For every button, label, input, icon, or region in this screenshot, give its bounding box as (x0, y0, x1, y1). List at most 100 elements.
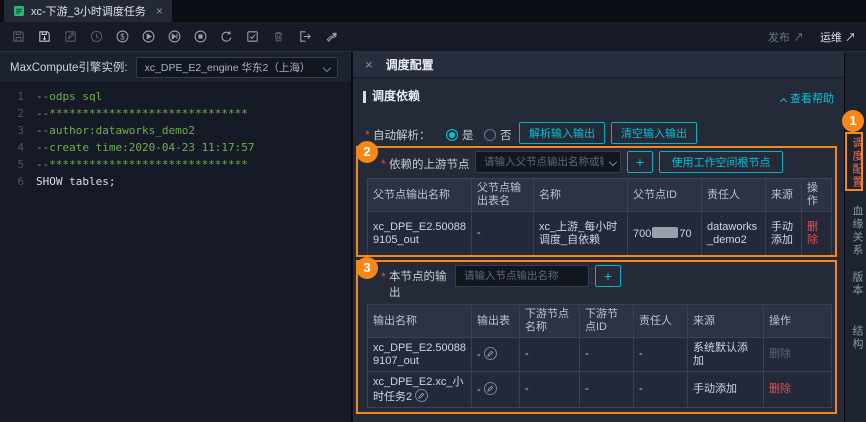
cell-output-table: - (471, 337, 520, 372)
outputs-table: 输出名称 输出表 下游节点名称 下游节点ID 责任人 来源 操作 xc_DPE_… (367, 304, 832, 408)
tab-structure[interactable]: 结构 (849, 325, 865, 351)
cell-owner: dataworks_demo2 (701, 211, 766, 256)
upstream-table-header: 父节点输出名称 父节点输出表名 名称 父节点ID 责任人 来源 操作 (367, 178, 832, 212)
save-commit-icon[interactable] (36, 28, 53, 45)
masked-id-block (652, 226, 679, 238)
delete-link-disabled: 删除 (769, 348, 791, 360)
outputs-table-header: 输出名称 输出表 下游节点名称 下游节点ID 责任人 来源 操作 (367, 304, 832, 338)
code-editor-pane: MaxCompute引擎实例: xc_DPE_E2_engine 华东2（上海）… (0, 52, 352, 422)
col-header: 名称 (533, 178, 628, 212)
settings-wrench-icon[interactable] (322, 28, 339, 45)
line-number: 2 (17, 107, 24, 120)
save-icon[interactable] (10, 28, 27, 45)
cost-estimate-icon[interactable]: $ (114, 28, 131, 45)
clock-icon[interactable] (88, 28, 105, 45)
use-root-node-button[interactable]: 使用工作空间根节点 (659, 151, 783, 173)
engine-row: MaxCompute引擎实例: xc_DPE_E2_engine 华东2（上海） (0, 52, 351, 82)
chevron-down-icon (322, 63, 331, 72)
cell-source: 系统默认添加 (687, 337, 764, 372)
code-line: 4 --create time:2020-04-23 11:17:57 (0, 139, 351, 156)
tab-active-task[interactable]: xc-下游_3小时调度任务 × (4, 0, 172, 22)
add-output-button[interactable]: + (595, 265, 621, 287)
edit-pencil-icon[interactable] (483, 382, 497, 395)
cell-source: 手动添加 (687, 371, 764, 408)
radio-yes-label[interactable]: 是 (462, 127, 474, 143)
engine-value: xc_DPE_E2_engine 华东2（上海） (144, 61, 311, 74)
code-text: --author:dataworks_demo2 (36, 124, 195, 137)
output-name-input[interactable] (455, 265, 589, 287)
table-row: xc_DPE_E2.500889105_out - xc_上游_每小时调度_自依… (367, 211, 832, 256)
delete-link[interactable]: 删除 (807, 221, 818, 246)
parse-io-button[interactable]: 解析输入输出 (519, 122, 605, 144)
section-title: 调度依赖 (372, 89, 421, 103)
delete-link[interactable]: 删除 (769, 383, 791, 395)
cell-downstream-id: - (579, 371, 634, 408)
cell-source: 手动添加 (765, 211, 802, 256)
tab-title: xc-下游_3小时调度任务 (31, 6, 146, 18)
code-text: --odps sql (36, 90, 103, 103)
run-icon[interactable] (140, 28, 157, 45)
panel-title: 调度配置 (385, 58, 434, 72)
col-header: 父节点输出名称 (367, 178, 472, 212)
sql-node-icon (13, 5, 25, 17)
col-header: 责任人 (701, 178, 766, 212)
code-line: 3 --author:dataworks_demo2 (0, 122, 351, 139)
format-icon[interactable] (296, 28, 313, 45)
editor-toolbar: $ 发布 ↗ 运维 ↗ (0, 22, 866, 52)
cell-output-table: - (471, 211, 534, 256)
cell-downstream-name: - (519, 371, 580, 408)
radio-no[interactable] (484, 129, 496, 141)
annotation-badge-2: 2 (356, 141, 378, 163)
cell-output-name: xc_DPE_E2.xc_小时任务2 (367, 371, 472, 408)
view-help-link[interactable]: 查看帮助 (779, 90, 834, 106)
steal-lock-icon[interactable] (62, 28, 79, 45)
dataworks-ide: xc-下游_3小时调度任务 × $ 发布 ↗ 运维 ↗ MaxCompute引擎… (0, 0, 866, 422)
cell-owner: - (633, 337, 688, 372)
chevron-up-icon (779, 97, 788, 106)
col-header: 责任人 (633, 304, 688, 338)
table-row: xc_DPE_E2.xc_小时任务2 - - - - 手动添加 删除 (367, 371, 832, 408)
required-mark: * (381, 270, 386, 284)
code-text: --create time:2020-04-23 11:17:57 (36, 141, 255, 154)
add-upstream-button[interactable]: + (627, 151, 653, 173)
code-line: 2 --****************************** (0, 105, 351, 122)
radio-no-label[interactable]: 否 (500, 127, 512, 143)
cell-output-name: xc_DPE_E2.500889107_out (367, 337, 472, 372)
stop-icon[interactable] (192, 28, 209, 45)
edit-pencil-icon[interactable] (483, 347, 497, 360)
advanced-run-icon[interactable] (166, 28, 183, 45)
panel-header: × 调度配置 (353, 52, 844, 78)
required-mark: * (381, 157, 386, 171)
cell-node-name: xc_上游_每小时调度_自依赖 (533, 211, 628, 256)
clear-io-button[interactable]: 清空输入输出 (611, 122, 697, 144)
upstream-search-input[interactable] (475, 151, 621, 173)
col-header: 输出表 (471, 304, 520, 338)
col-header: 操作 (801, 178, 832, 212)
cell-downstream-id: - (579, 337, 634, 372)
upstream-label: 依赖的上游节点 (389, 159, 470, 171)
engine-select[interactable]: xc_DPE_E2_engine 华东2（上海） (135, 56, 338, 78)
code-area[interactable]: 1 --odps sql 2 --*************************… (0, 88, 351, 422)
col-header: 操作 (763, 304, 832, 338)
tab-close-icon[interactable]: × (156, 4, 163, 18)
annotation-badge-1: 1 (842, 110, 864, 132)
edit-pencil-icon[interactable] (415, 388, 429, 402)
radio-yes[interactable] (446, 129, 458, 141)
col-header: 下游节点名称 (519, 304, 580, 338)
tab-lineage[interactable]: 血缘关系 (849, 205, 865, 257)
panel-close-icon[interactable]: × (365, 57, 373, 72)
syntax-check-icon[interactable] (244, 28, 261, 45)
publish-link[interactable]: 发布 ↗ (768, 29, 804, 45)
clear-icon[interactable] (270, 28, 287, 45)
col-header: 父节点ID (627, 178, 702, 212)
tab-versions[interactable]: 版本 (849, 271, 865, 297)
cell-action: 删除 (763, 337, 832, 372)
svg-text:$: $ (120, 32, 125, 41)
tab-schedule-config[interactable]: 调度配置 (849, 137, 865, 189)
upstream-table: 父节点输出名称 父节点输出表名 名称 父节点ID 责任人 来源 操作 xc_DP… (367, 178, 832, 256)
external-arrow-icon: ↗ (845, 31, 856, 44)
refresh-icon[interactable] (218, 28, 235, 45)
ops-link[interactable]: 运维 ↗ (820, 29, 856, 45)
schedule-config-panel: × 调度配置 调度依赖 查看帮助 * 自动解析： 是 否 解析输入输出 清空输入… (352, 52, 844, 422)
col-header: 父节点输出表名 (471, 178, 534, 212)
